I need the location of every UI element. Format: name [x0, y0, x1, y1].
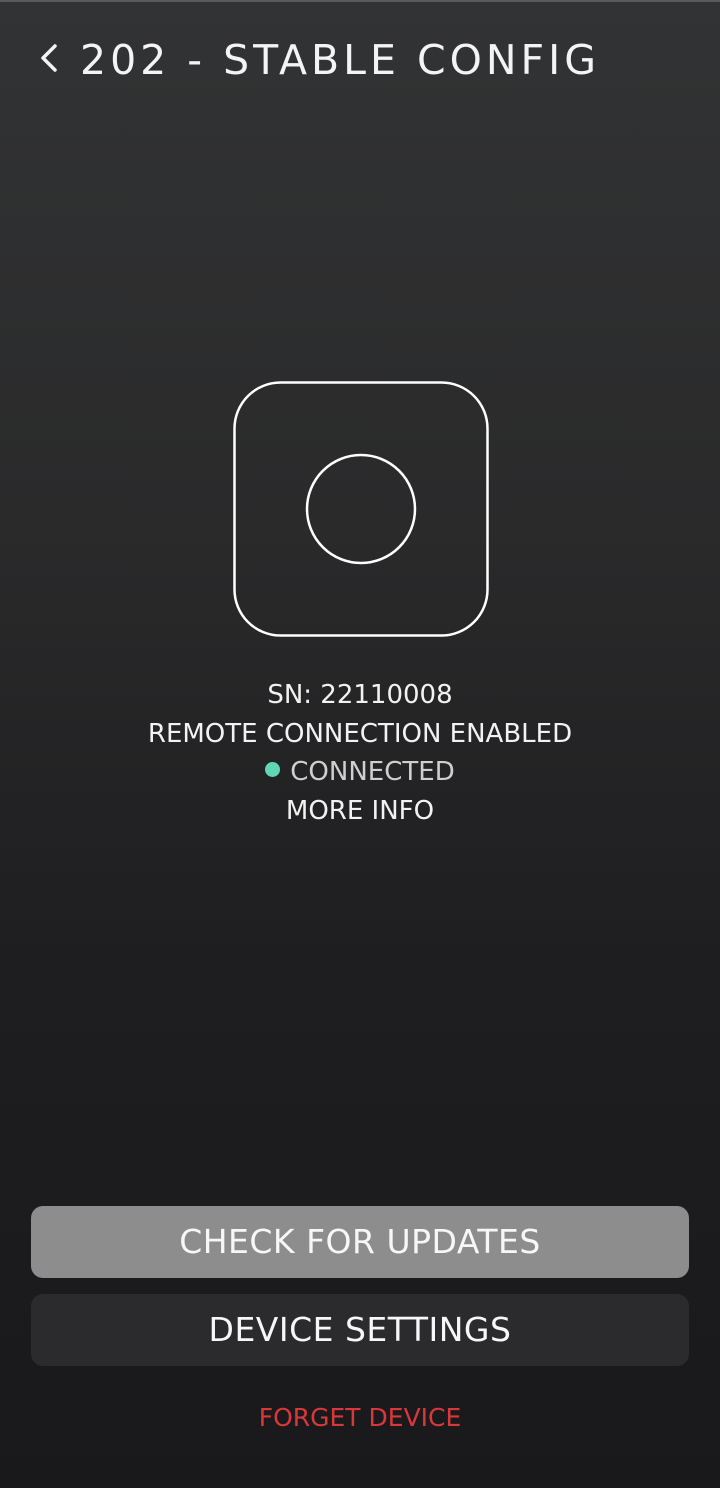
- header: 202 - STABLE CONFIG: [0, 28, 720, 92]
- device-settings-button[interactable]: DEVICE SETTINGS: [31, 1294, 689, 1366]
- device-square-icon: [233, 381, 489, 637]
- page-title: 202 - STABLE CONFIG: [80, 36, 600, 84]
- status-dot-icon: [265, 762, 281, 777]
- forget-device-link[interactable]: FORGET DEVICE: [0, 1400, 720, 1436]
- remote-connection-status: REMOTE CONNECTION ENABLED: [147, 718, 573, 749]
- serial-number: SN: 22110008: [267, 680, 453, 710]
- top-edge-divider: [0, 0, 720, 2]
- check-for-updates-button[interactable]: CHECK FOR UPDATES: [31, 1206, 689, 1278]
- device-info: SN: 22110008 REMOTE CONNECTION ENABLED C…: [0, 676, 720, 830]
- connection-status: CONNECTED: [0, 753, 720, 792]
- connection-status-label: CONNECTED: [290, 757, 455, 787]
- back-button[interactable]: [36, 40, 64, 80]
- more-info-link[interactable]: MORE INFO: [0, 792, 720, 831]
- chevron-left-icon: [41, 44, 57, 72]
